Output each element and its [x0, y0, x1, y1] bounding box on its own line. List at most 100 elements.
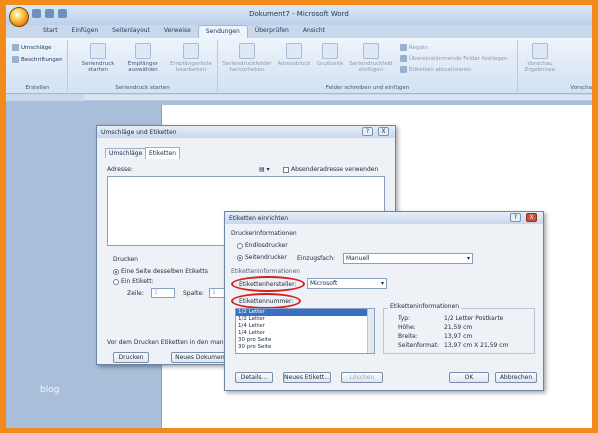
highlight-circle-product	[231, 293, 301, 309]
group-seriendruck-starten: Seriendruck starten Empfänger auswählen …	[68, 40, 218, 92]
recipients-icon	[135, 43, 151, 59]
group-label: Seriendruck starten	[115, 85, 170, 91]
row-input[interactable]: 1	[151, 288, 175, 298]
list-item[interactable]: 1/2 Letter	[236, 316, 374, 323]
group-erstellen: Umschläge Beschriftungen Erstellen	[8, 40, 68, 92]
word-window: Dokument7 - Microsoft Word Start Einfüge…	[6, 5, 592, 428]
height-label: Höhe:	[398, 324, 416, 331]
label-options-dialog: Etiketten einrichten ? X Druckerinformat…	[224, 211, 544, 391]
new-label-button[interactable]: Neues Etikett...	[283, 372, 331, 383]
select-recipients-button[interactable]: Empfänger auswählen	[123, 43, 163, 73]
label-details-group: Etiketteninformationen Typ: 1/2 Letter P…	[383, 303, 535, 354]
title-bar: Dokument7 - Microsoft Word	[6, 5, 592, 27]
continuous-printer-radio[interactable]: Endlosdrucker	[237, 242, 288, 249]
height-value: 21,59 cm	[444, 324, 473, 331]
width-label: Breite:	[398, 333, 418, 340]
blog-watermark: blog	[40, 385, 60, 395]
dialog-title-bar: Etiketten einrichten ? X	[225, 212, 543, 224]
ok-button[interactable]: OK	[449, 372, 489, 383]
list-item[interactable]: 30 pro Seite	[236, 337, 374, 344]
match-fields-button[interactable]: Übereinstimmende Felder festlegen	[400, 55, 507, 62]
list-item[interactable]: 30 pro Seite	[236, 344, 374, 351]
rules-button[interactable]: Regeln	[400, 44, 428, 51]
vendor-select[interactable]: Microsoft ▾	[307, 278, 387, 289]
chevron-down-icon: ▾	[380, 280, 384, 287]
list-scrollbar[interactable]	[367, 309, 374, 353]
details-heading: Etiketteninformationen	[388, 303, 462, 310]
tray-label: Einzugsfach:	[297, 255, 336, 262]
group-label: Felder schreiben und einfügen	[325, 85, 410, 91]
dialog-title: Umschläge und Etiketten	[101, 129, 177, 136]
edit-recipient-list-button[interactable]: Empfängerliste bearbeiten	[168, 43, 214, 73]
page-size-label: Seitenformat:	[398, 342, 440, 349]
tab-ansicht[interactable]: Ansicht	[296, 25, 332, 38]
width-value: 13,97 cm	[444, 333, 473, 340]
type-label: Typ:	[398, 315, 411, 322]
highlight-circle-vendor	[231, 276, 305, 292]
list-item[interactable]: 1/2 Letter	[236, 309, 374, 316]
tab-ueberpruefen[interactable]: Überprüfen	[248, 25, 296, 38]
envelope-icon	[12, 44, 19, 51]
checkbox	[283, 166, 289, 173]
ribbon: Umschläge Beschriftungen Erstellen Serie…	[6, 38, 592, 94]
type-value: 1/2 Letter Postkarte	[444, 315, 504, 322]
mail-merge-icon	[90, 43, 106, 59]
group-vorschau: Vorschau Ergebnisse Vorscha	[518, 40, 592, 92]
radio	[113, 268, 119, 275]
rules-icon	[400, 44, 407, 51]
chevron-down-icon: ▾	[466, 255, 470, 262]
cancel-button[interactable]: Abbrechen	[495, 372, 537, 383]
single-label-radio[interactable]: Ein Etikett:	[113, 278, 154, 285]
start-mail-merge-button[interactable]: Seriendruck starten	[78, 43, 118, 73]
use-sender-checkbox[interactable]: Absenderadresse verwenden	[283, 166, 378, 173]
help-button[interactable]: ?	[362, 127, 373, 136]
tab-seitenlayout[interactable]: Seitenlayout	[105, 25, 157, 38]
ribbon-tabs: Start Einfügen Seitenlayout Verweise Sen…	[36, 25, 332, 38]
help-button[interactable]: ?	[510, 213, 521, 222]
close-button[interactable]: X	[526, 213, 537, 222]
tray-select[interactable]: Manuell ▾	[343, 253, 473, 264]
tab-einfuegen[interactable]: Einfügen	[65, 25, 105, 38]
manual-feed-note: Vor dem Drucken Etiketten in den manuel	[107, 339, 233, 346]
printer-info-label: Druckerinformationen	[231, 230, 297, 237]
edit-list-icon	[183, 43, 199, 59]
address-book-icon[interactable]: ▤ ▾	[259, 166, 270, 173]
group-label: Erstellen	[25, 85, 50, 91]
tab-start[interactable]: Start	[36, 25, 65, 38]
column-label: Spalte:	[183, 290, 205, 297]
tab-labels[interactable]: Etiketten	[145, 147, 180, 159]
labels-button[interactable]: Beschriftungen	[12, 56, 63, 63]
group-label: Vorscha	[570, 85, 592, 91]
list-item[interactable]: 1/4 Letter	[236, 330, 374, 337]
update-labels-icon	[400, 66, 407, 73]
envelopes-button[interactable]: Umschläge	[12, 44, 52, 51]
tab-verweise[interactable]: Verweise	[157, 25, 198, 38]
preview-icon	[532, 43, 548, 59]
dialog-title: Etiketten einrichten	[229, 215, 289, 222]
page-printer-radio[interactable]: Seitendrucker	[237, 254, 287, 261]
close-button[interactable]: X	[378, 127, 389, 136]
radio	[113, 278, 119, 285]
product-list[interactable]: 1/2 Letter 1/2 Letter 1/4 Letter 1/4 Let…	[235, 308, 375, 354]
new-document-button[interactable]: Neues Dokument	[171, 352, 231, 363]
label-icon	[12, 56, 19, 63]
match-fields-icon	[400, 55, 407, 62]
list-item[interactable]: 1/4 Letter	[236, 323, 374, 330]
delete-button[interactable]: Löschen	[341, 372, 383, 383]
details-button[interactable]: Details...	[235, 372, 273, 383]
row-label: Zeile:	[127, 290, 144, 297]
update-labels-button[interactable]: Etiketten aktualisieren	[400, 66, 471, 73]
address-block-button[interactable]: Adressblock	[276, 43, 312, 67]
tab-sendungen[interactable]: Sendungen	[197, 25, 248, 38]
group-felder: Seriendruckfelder hervorheben Adressbloc…	[218, 40, 518, 92]
tab-envelopes[interactable]: Umschläge	[105, 148, 147, 158]
print-group-label: Drucken	[113, 256, 138, 263]
highlight-fields-button[interactable]: Seriendruckfelder hervorheben	[222, 43, 272, 73]
insert-field-icon	[363, 43, 379, 59]
print-button[interactable]: Drucken	[113, 352, 149, 363]
insert-field-button[interactable]: Seriendruckfeld einfügen	[348, 43, 394, 73]
full-page-radio[interactable]: Eine Seite desselben Etiketts	[113, 268, 208, 275]
greeting-line-button[interactable]: Grußzeile	[314, 43, 346, 67]
radio	[237, 242, 243, 249]
preview-results-button[interactable]: Vorschau Ergebnisse	[524, 43, 556, 73]
